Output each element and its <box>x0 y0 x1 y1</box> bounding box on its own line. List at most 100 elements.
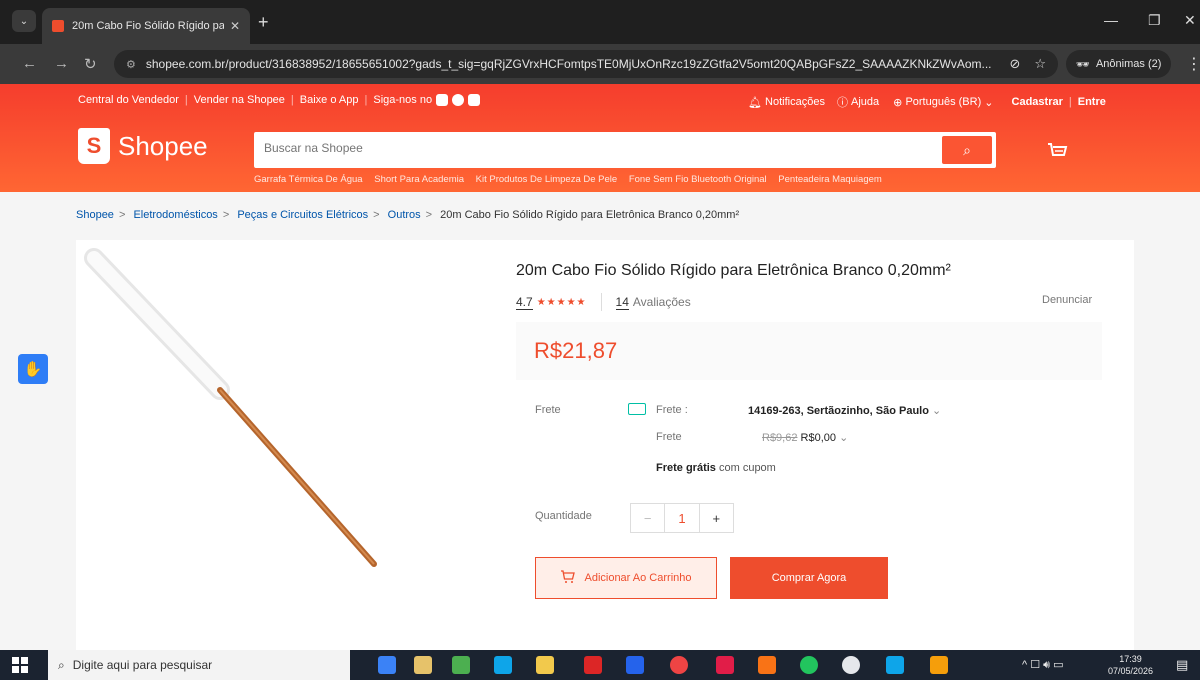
system-tray[interactable]: ^ ☐ 🔊︎ ▭ <box>1022 658 1064 672</box>
quantity-stepper: − 1 + <box>630 503 734 533</box>
suggestion-link[interactable]: Penteadeira Maquiagem <box>778 174 882 185</box>
suggestion-link[interactable]: Fone Sem Fio Bluetooth Original <box>629 174 767 185</box>
taskbar-app-icon[interactable] <box>626 656 644 674</box>
price-box: R$21,87 <box>516 322 1102 380</box>
new-tab-button[interactable]: + <box>258 12 269 33</box>
suggestion-link[interactable]: Short Para Academia <box>374 174 464 185</box>
notification-center-icon[interactable]: ▤ <box>1176 657 1188 673</box>
taskbar-app-icon[interactable] <box>536 656 554 674</box>
shipping-to-label: Frete : <box>656 404 688 416</box>
reviews-label: Avaliações <box>632 295 691 309</box>
cart-icon[interactable] <box>1046 140 1070 170</box>
add-to-cart-label: Adicionar Ao Carrinho <box>584 572 692 584</box>
tab-search-button[interactable]: ⌄ <box>12 10 36 32</box>
reload-icon[interactable]: ↻ <box>84 55 97 73</box>
add-to-cart-button[interactable]: Adicionar Ao Carrinho <box>535 557 717 599</box>
login-link[interactable]: Entre <box>1078 96 1106 108</box>
restore-button[interactable]: ❐ <box>1148 12 1161 29</box>
breadcrumb-shopee[interactable]: Shopee <box>76 209 114 221</box>
minimize-button[interactable]: — <box>1104 12 1118 28</box>
breadcrumb: Shopee > Eletrodomésticos > Peças e Circui… <box>76 209 740 221</box>
incognito-badge[interactable]: 🕶 Anônimas (2) <box>1066 50 1172 78</box>
rating-value[interactable]: 4.7 <box>516 295 533 310</box>
back-icon[interactable]: ← <box>22 55 37 72</box>
shipping-old-price: R$9,62 <box>762 432 798 444</box>
browser-tab-active[interactable]: 20m Cabo Fio Sólido Rígido pa ✕ <box>42 8 250 44</box>
shipping-cost-label: Frete <box>656 431 682 443</box>
increase-quantity-button[interactable]: + <box>700 504 733 532</box>
browser-toolbar: ← → ↻ ⚙ shopee.com.br/product/316838952/… <box>0 44 1200 84</box>
search-button[interactable]: ⌕ <box>942 136 992 164</box>
breadcrumb-others[interactable]: Outros <box>388 209 421 221</box>
taskbar-app-icon[interactable] <box>930 656 948 674</box>
seller-center-link[interactable]: Central do Vendedor <box>78 94 179 106</box>
quantity-input[interactable]: 1 <box>665 504 700 532</box>
buy-now-button[interactable]: Comprar Agora <box>730 557 888 599</box>
site-info-icon[interactable]: ⚙ <box>126 58 136 71</box>
browser-tab-strip: ⌄ 20m Cabo Fio Sólido Rígido pa ✕ + — ❐ … <box>0 0 1200 44</box>
forward-icon[interactable]: → <box>54 55 69 72</box>
register-link[interactable]: Cadastrar <box>1012 96 1063 108</box>
clock-time: 17:39 <box>1119 654 1142 664</box>
truck-icon <box>628 403 646 415</box>
tracking-blocked-icon[interactable]: ⊘ <box>1009 56 1020 72</box>
download-app-link[interactable]: Baixe o App <box>300 94 359 106</box>
rating-row: 4.7 ★★★★★ 14 Avaliações <box>516 293 691 311</box>
taskbar-clock[interactable]: 17:39 07/05/2026 <box>1108 653 1153 677</box>
tiktok-icon[interactable] <box>468 94 481 106</box>
taskbar-app-icon[interactable] <box>758 656 776 674</box>
accessibility-hand-icon[interactable]: ✋ <box>18 354 48 384</box>
shipping-destination[interactable]: 14169-263, Sertãozinho, São Paulo ⌄ <box>748 404 941 417</box>
incognito-icon: 🕶 <box>1076 58 1090 71</box>
taskbar-search-box[interactable]: ⌕ Digite aqui para pesquisar <box>48 650 350 680</box>
language-selector[interactable]: Português (BR) <box>905 96 981 108</box>
taskbar-app-icon[interactable] <box>494 656 512 674</box>
tab-close-icon[interactable]: ✕ <box>230 19 240 33</box>
taskbar-search-placeholder: Digite aqui para pesquisar <box>72 658 213 672</box>
breadcrumb-appliances[interactable]: Eletrodomésticos <box>133 209 217 221</box>
rating-stars-icon: ★★★★★ <box>536 296 587 308</box>
window-close-button[interactable]: ✕ <box>1184 12 1196 29</box>
shopee-header: Central do Vendedor | Vender na Shopee |… <box>0 84 1200 192</box>
browser-menu-icon[interactable]: ⋮ <box>1186 54 1200 74</box>
instagram-icon[interactable] <box>436 94 449 106</box>
taskbar-app-icon[interactable] <box>670 656 688 674</box>
suggestion-link[interactable]: Kit Produtos De Limpeza De Pele <box>476 174 618 185</box>
taskbar-app-icon[interactable] <box>886 656 904 674</box>
tab-title: 20m Cabo Fio Sólido Rígido pa <box>72 20 224 32</box>
taskbar-app-icon[interactable] <box>716 656 734 674</box>
bookmark-star-icon[interactable]: ☆ <box>1034 56 1046 72</box>
sell-link[interactable]: Vender na Shopee <box>194 94 285 106</box>
search-suggestions: Garrafa Térmica De Água Short Para Acade… <box>254 174 891 185</box>
bell-icon: 🔔︎ <box>748 96 762 109</box>
clock-date: 07/05/2026 <box>1108 666 1154 676</box>
reviews-count[interactable]: 14 <box>615 295 629 310</box>
product-price: R$21,87 <box>534 338 618 363</box>
help-link[interactable]: Ajuda <box>851 96 879 108</box>
decrease-quantity-button[interactable]: − <box>631 504 666 532</box>
breadcrumb-current: 20m Cabo Fio Sólido Rígido para Eletrôni… <box>440 209 740 221</box>
taskbar-app-icon[interactable] <box>584 656 602 674</box>
address-bar[interactable]: ⚙ shopee.com.br/product/316838952/186556… <box>114 50 1058 78</box>
windows-start-icon[interactable] <box>12 657 28 673</box>
facebook-icon[interactable] <box>452 94 465 106</box>
shipping-cost[interactable]: R$9,62 R$0,00 ⌄ <box>762 431 848 444</box>
taskbar-app-icon[interactable] <box>414 656 432 674</box>
help-icon: ⓘ <box>836 97 848 109</box>
taskbar-app-icon[interactable] <box>452 656 470 674</box>
suggestion-link[interactable]: Garrafa Térmica De Água <box>254 174 363 185</box>
taskbar-app-icon[interactable] <box>800 656 818 674</box>
search-input[interactable] <box>264 141 924 155</box>
product-image[interactable] <box>76 244 486 646</box>
taskbar-app-icon[interactable] <box>842 656 860 674</box>
notifications-link[interactable]: Notificações <box>765 96 825 108</box>
shipping-label: Frete <box>535 404 561 416</box>
windows-taskbar: ⌕ Digite aqui para pesquisar ^ ☐ 🔊︎ ▭ 17… <box>0 650 1200 680</box>
report-link[interactable]: Denunciar <box>1042 294 1092 306</box>
breadcrumb-parts[interactable]: Peças e Circuitos Elétricos <box>237 209 368 221</box>
shopee-logo[interactable]: S Shopee <box>78 128 208 164</box>
shopee-favicon <box>52 20 64 32</box>
rating-divider <box>600 293 602 311</box>
chevron-down-icon: ⌄ <box>981 96 994 109</box>
taskbar-app-icon[interactable] <box>378 656 396 674</box>
